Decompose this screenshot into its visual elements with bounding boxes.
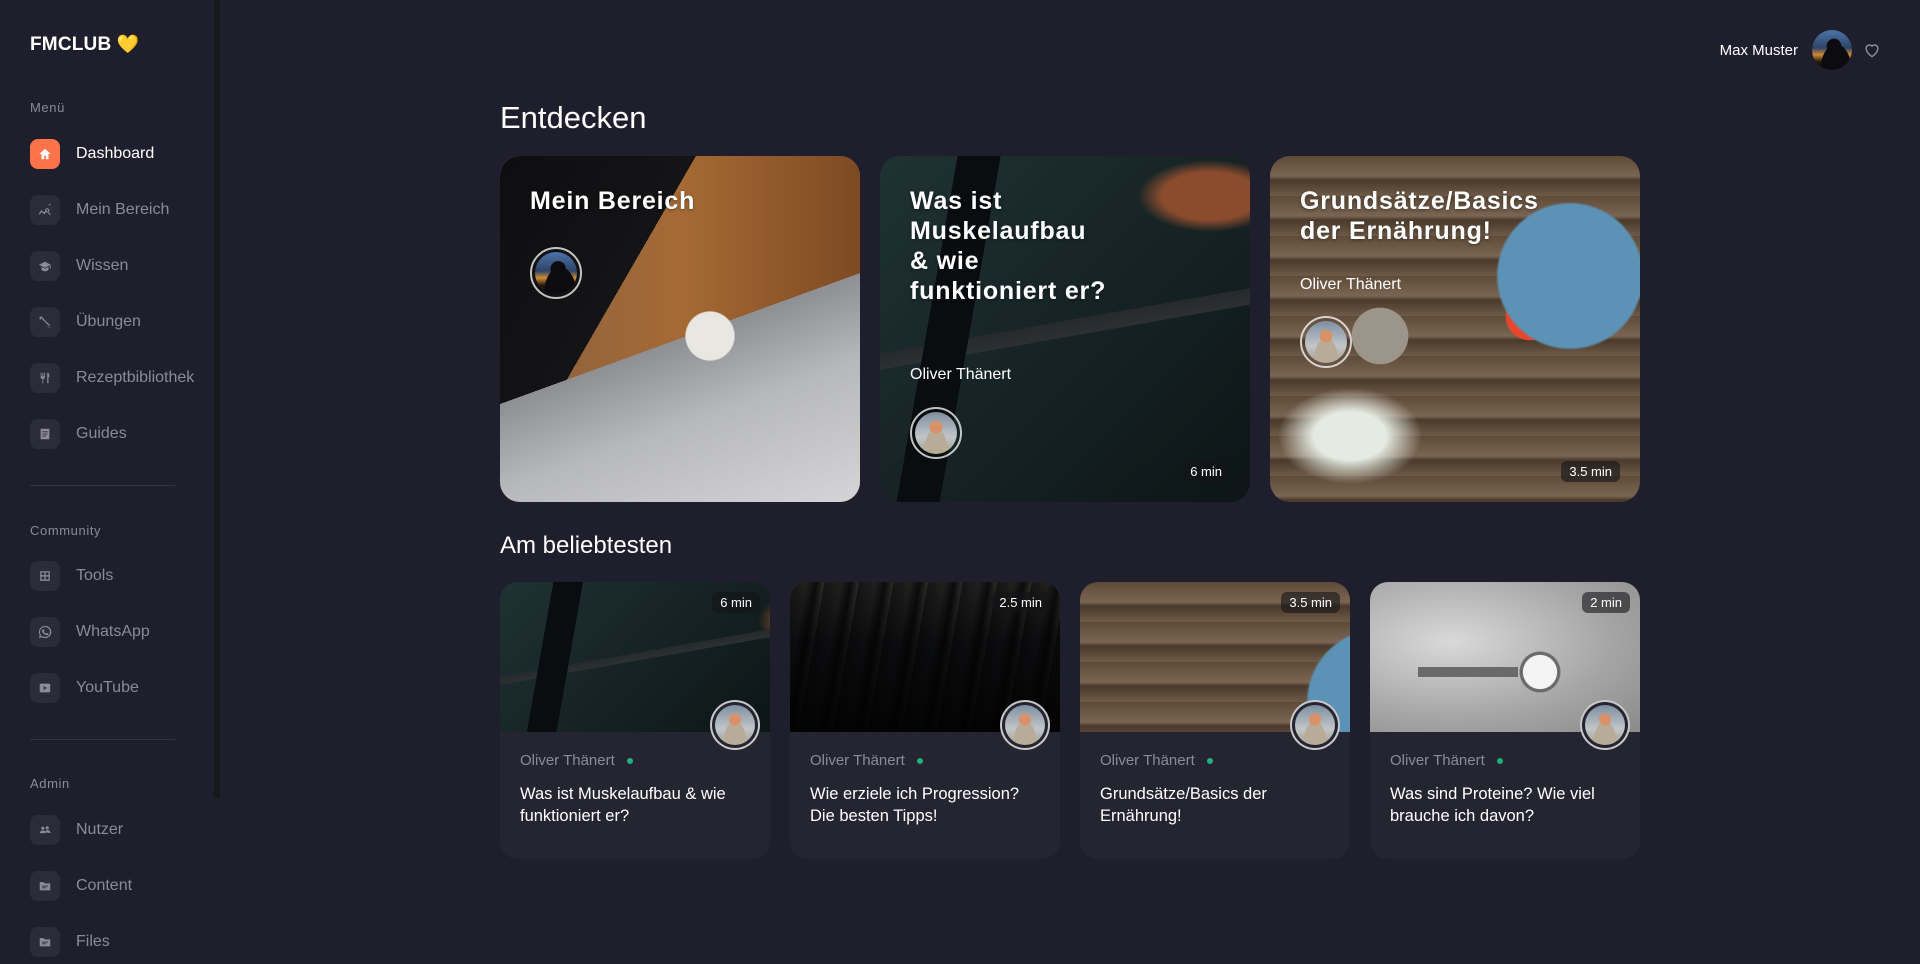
- youtube-icon: [30, 673, 60, 703]
- user-avatar[interactable]: [1812, 30, 1852, 70]
- heart-icon[interactable]: [1862, 40, 1882, 60]
- card-title: Grundsätze/Basics der Ernährung!: [1300, 187, 1539, 245]
- popular-card[interactable]: 6 min Oliver Thänert Was ist Muskelaufba…: [500, 582, 770, 859]
- sidebar-item-dashboard[interactable]: Dashboard: [30, 139, 154, 169]
- sidebar-item-uebungen[interactable]: Übungen: [30, 307, 141, 337]
- popular-card[interactable]: 2 min Oliver Thänert Was sind Proteine? …: [1370, 582, 1640, 859]
- duration-badge: 2.5 min: [991, 592, 1050, 613]
- card-title: Was ist Muskelaufbau & wie funktioniert …: [910, 187, 1107, 305]
- chart-search-icon: [30, 195, 60, 225]
- fork-knife-icon: [30, 363, 60, 393]
- online-status-dot: [1496, 757, 1503, 764]
- author-name: Oliver Thänert: [1100, 752, 1195, 769]
- card-title: Mein Bereich: [530, 187, 696, 215]
- section-label-community: Community: [30, 523, 102, 538]
- card-title: Was ist Muskelaufbau & wie funktioniert …: [520, 785, 726, 825]
- section-label-menu: Menü: [30, 100, 65, 115]
- yellow-heart-icon: 💛: [116, 34, 140, 54]
- sidebar-item-label: Nutzer: [76, 821, 124, 838]
- online-status-dot: [916, 757, 923, 764]
- sidebar-item-label: YouTube: [76, 679, 139, 696]
- duration-badge: 2 min: [1582, 592, 1630, 613]
- duration-badge: 3.5 min: [1561, 461, 1620, 482]
- card-title: Grundsätze/Basics der Ernährung!: [1100, 785, 1267, 825]
- sidebar-item-label: Files: [76, 933, 110, 950]
- feature-card-mein-bereich[interactable]: Mein Bereich: [500, 156, 860, 502]
- card-author: Oliver Thänert: [810, 752, 923, 769]
- sidebar-item-label: Rezeptbibliothek: [76, 369, 195, 386]
- author-avatar: [1300, 316, 1352, 368]
- card-author: Oliver Thänert: [520, 752, 633, 769]
- graduation-cap-icon: [30, 251, 60, 281]
- duration-badge: 6 min: [712, 592, 760, 613]
- users-icon: [30, 815, 60, 845]
- section-heading-discover: Entdecken: [500, 100, 647, 135]
- whatsapp-icon: [30, 617, 60, 647]
- brand-logo[interactable]: FMCLUB 💛: [30, 34, 140, 56]
- brand-name: FMCLUB: [30, 34, 112, 55]
- sidebar-scrollbar[interactable]: [214, 0, 220, 798]
- sidebar-item-mein-bereich[interactable]: Mein Bereich: [30, 195, 169, 225]
- online-status-dot: [626, 757, 633, 764]
- author-avatar: [710, 700, 760, 750]
- sidebar-item-label: Dashboard: [76, 145, 155, 162]
- popular-card[interactable]: 3.5 min Oliver Thänert Grundsätze/Basics…: [1080, 582, 1350, 859]
- author-avatar: [1000, 700, 1050, 750]
- sidebar-divider: [30, 739, 175, 740]
- author-name: Oliver Thänert: [810, 752, 905, 769]
- sidebar-item-label: Tools: [76, 567, 114, 584]
- sidebar-item-label: Mein Bereich: [76, 201, 170, 218]
- popular-card[interactable]: 2.5 min Oliver Thänert Wie erziele ich P…: [790, 582, 1060, 859]
- sidebar-item-tools[interactable]: Tools: [30, 561, 113, 591]
- duration-badge: 3.5 min: [1281, 592, 1340, 613]
- card-title: Wie erziele ich Progression? Die besten …: [810, 785, 1020, 825]
- online-status-dot: [1206, 757, 1213, 764]
- sidebar-divider: [30, 485, 175, 486]
- user-menu: Max Muster: [1720, 30, 1882, 70]
- folder-icon: [30, 927, 60, 957]
- sidebar-item-label: Content: [76, 877, 133, 894]
- dumbbell-icon: [30, 307, 60, 337]
- sidebar-item-content[interactable]: Content: [30, 871, 132, 901]
- section-heading-popular: Am beliebtesten: [500, 532, 673, 559]
- author-name: Oliver Thänert: [1390, 752, 1485, 769]
- sidebar-item-youtube[interactable]: YouTube: [30, 673, 139, 703]
- username[interactable]: Max Muster: [1720, 42, 1798, 59]
- card-author: Oliver Thänert: [1300, 276, 1402, 293]
- document-icon: [30, 419, 60, 449]
- card-title: Was sind Proteine? Wie viel brauche ich …: [1390, 785, 1595, 825]
- sidebar-item-label: Wissen: [76, 257, 129, 274]
- sidebar-item-whatsapp[interactable]: WhatsApp: [30, 617, 150, 647]
- sidebar-item-label: WhatsApp: [76, 623, 150, 640]
- author-avatar: [910, 407, 962, 459]
- sidebar-item-rezeptbibliothek[interactable]: Rezeptbibliothek: [30, 363, 194, 393]
- section-label-admin: Admin: [30, 776, 70, 791]
- sidebar-item-wissen[interactable]: Wissen: [30, 251, 128, 281]
- feature-card-muskelaufbau[interactable]: Was ist Muskelaufbau & wie funktioniert …: [880, 156, 1250, 502]
- duration-badge: 6 min: [1182, 461, 1230, 482]
- card-author: Oliver Thänert: [1100, 752, 1213, 769]
- sidebar: FMCLUB 💛 Menü Dashboard Mein Bereich Wis…: [0, 0, 214, 964]
- home-icon: [30, 139, 60, 169]
- author-avatar: [1290, 700, 1340, 750]
- folder-icon: [30, 871, 60, 901]
- user-avatar: [530, 247, 582, 299]
- calculator-icon: [30, 561, 60, 591]
- sidebar-item-files[interactable]: Files: [30, 927, 110, 957]
- author-avatar: [1580, 700, 1630, 750]
- sidebar-item-label: Übungen: [76, 313, 141, 330]
- card-author: Oliver Thänert: [910, 366, 1012, 383]
- card-author: Oliver Thänert: [1390, 752, 1503, 769]
- sidebar-item-nutzer[interactable]: Nutzer: [30, 815, 123, 845]
- feature-card-ernaehrung[interactable]: Grundsätze/Basics der Ernährung! Oliver …: [1270, 156, 1640, 502]
- sidebar-item-guides[interactable]: Guides: [30, 419, 127, 449]
- author-name: Oliver Thänert: [520, 752, 615, 769]
- sidebar-item-label: Guides: [76, 425, 127, 442]
